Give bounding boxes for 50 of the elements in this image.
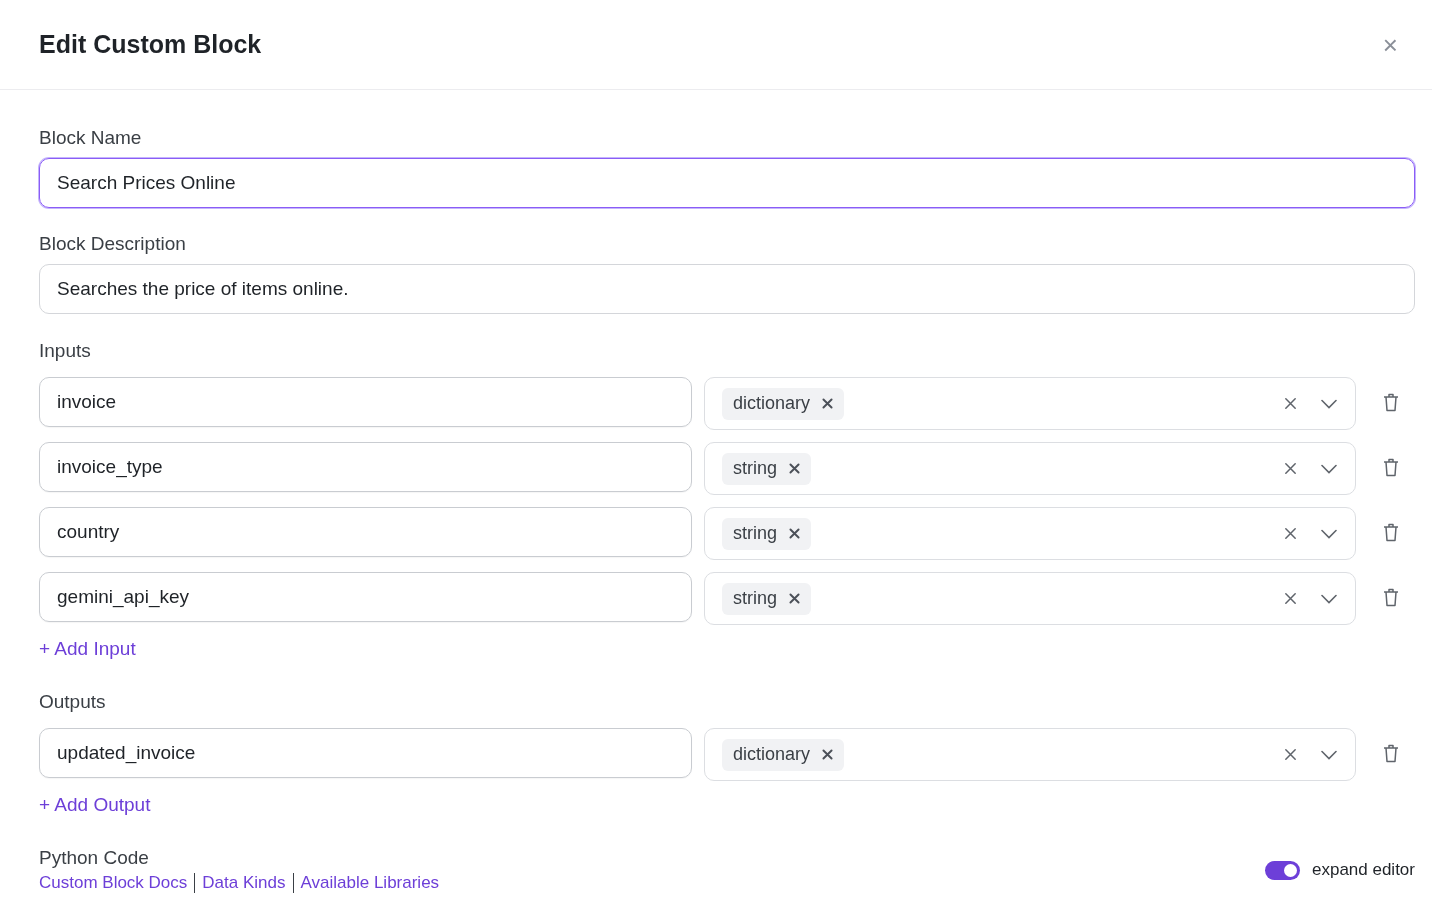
name-field[interactable]: updated_invoice	[39, 728, 692, 778]
doc-link[interactable]: Custom Block Docs	[39, 872, 188, 894]
remove-icon[interactable]	[788, 527, 801, 540]
chevron-down-icon[interactable]	[1321, 463, 1337, 474]
chevron-down-icon[interactable]	[1321, 749, 1337, 760]
remove-icon[interactable]	[788, 462, 801, 475]
toggle-label: expand editor	[1311, 859, 1415, 882]
section-label: Python Code	[39, 846, 150, 870]
toggle-switch[interactable]	[1264, 860, 1300, 880]
clear-icon[interactable]	[1283, 591, 1298, 606]
name-field[interactable]: country	[39, 507, 692, 557]
type-select[interactable]: string	[704, 507, 1356, 560]
type-label: dictionary	[733, 392, 811, 415]
type-select[interactable]: string	[704, 442, 1356, 495]
dialog-title: Edit Custom Block	[39, 28, 262, 60]
remove-icon[interactable]	[821, 748, 835, 761]
clear-icon[interactable]	[1283, 526, 1298, 541]
type-select[interactable]: string	[704, 572, 1356, 625]
add-link[interactable]: + Add Output	[39, 793, 151, 817]
name-field[interactable]: gemini_api_key	[39, 572, 692, 622]
trash-icon[interactable]	[1383, 393, 1399, 412]
block-description-field[interactable]: Searches the price of items online.	[39, 264, 1415, 314]
name-field[interactable]: invoice	[39, 377, 692, 427]
block-name-field[interactable]: Search Prices Online	[39, 158, 1415, 208]
trash-icon[interactable]	[1383, 523, 1399, 542]
clear-icon[interactable]	[1283, 747, 1298, 762]
type-select[interactable]: dictionary	[704, 728, 1356, 781]
trash-icon[interactable]	[1383, 744, 1399, 763]
remove-icon[interactable]	[821, 397, 835, 410]
add-link[interactable]: + Add Input	[39, 637, 136, 661]
doc-link[interactable]: Data Kinds	[202, 872, 286, 894]
clear-icon[interactable]	[1283, 461, 1298, 476]
chevron-down-icon[interactable]	[1321, 528, 1337, 539]
trash-icon[interactable]	[1383, 588, 1399, 607]
trash-icon[interactable]	[1383, 458, 1399, 477]
name-field[interactable]: invoice_type	[39, 442, 692, 492]
type-select[interactable]: dictionary	[704, 377, 1356, 430]
doc-link[interactable]: Available Libraries	[300, 872, 440, 894]
chevron-down-icon[interactable]	[1321, 593, 1337, 604]
type-label: string	[733, 587, 777, 610]
remove-icon[interactable]	[788, 592, 801, 605]
type-label: string	[733, 457, 777, 480]
chevron-down-icon[interactable]	[1321, 398, 1337, 409]
type-label: string	[733, 522, 777, 545]
section-label: Inputs	[39, 339, 92, 363]
field-label: Block Description	[39, 232, 187, 256]
type-label: dictionary	[733, 743, 811, 766]
field-label: Block Name	[39, 126, 143, 150]
clear-icon[interactable]	[1283, 396, 1298, 411]
section-label: Outputs	[39, 690, 107, 714]
